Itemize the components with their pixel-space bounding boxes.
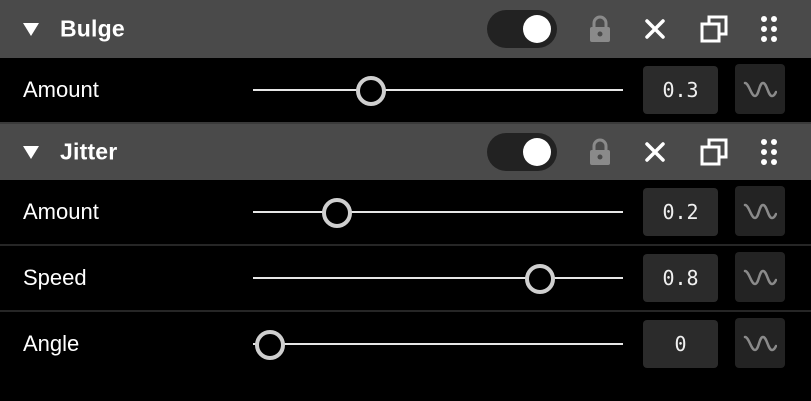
- duplicate-icon[interactable]: [699, 14, 729, 44]
- duplicate-icon[interactable]: [699, 137, 729, 167]
- param-label: Angle: [23, 331, 80, 356]
- value-field[interactable]: 0.2: [643, 188, 718, 236]
- slider-track: [253, 89, 623, 91]
- modulate-button[interactable]: [735, 252, 785, 302]
- slider-track: [253, 277, 623, 279]
- slider-track: [253, 211, 623, 213]
- slider-thumb[interactable]: [524, 264, 555, 294]
- toggle-knob: [523, 15, 551, 43]
- amount-slider[interactable]: [253, 180, 623, 244]
- modulate-button[interactable]: [735, 186, 785, 236]
- lock-icon[interactable]: [585, 14, 615, 44]
- enable-toggle[interactable]: [487, 10, 557, 48]
- amount-slider[interactable]: [253, 58, 623, 122]
- param-row-jitter-amount: Amount 0.2: [0, 180, 811, 246]
- wave-icon: [743, 269, 777, 286]
- value-field[interactable]: 0: [643, 320, 718, 368]
- param-row-bulge-amount: Amount 0.3: [0, 58, 811, 122]
- drag-grip-icon[interactable]: [754, 137, 784, 167]
- toggle-knob: [523, 138, 551, 166]
- modulate-button[interactable]: [735, 318, 785, 368]
- param-row-jitter-angle: Angle 0: [0, 312, 811, 376]
- slider-thumb[interactable]: [255, 330, 285, 360]
- angle-slider[interactable]: [253, 312, 623, 376]
- enable-toggle[interactable]: [487, 133, 557, 171]
- lock-icon[interactable]: [585, 137, 615, 167]
- param-row-jitter-speed: Speed 0.8: [0, 246, 811, 312]
- collapse-toggle-icon[interactable]: [22, 144, 40, 160]
- slider-thumb[interactable]: [356, 76, 387, 106]
- close-icon[interactable]: [640, 137, 670, 167]
- param-label: Amount: [23, 77, 99, 102]
- wave-icon: [743, 81, 777, 98]
- effect-header-bulge: Bulge: [0, 0, 811, 58]
- param-label: Amount: [23, 199, 99, 224]
- slider-track: [253, 343, 623, 345]
- drag-grip-icon[interactable]: [754, 14, 784, 44]
- speed-slider[interactable]: [253, 246, 623, 310]
- close-icon[interactable]: [640, 14, 670, 44]
- effect-title: Bulge: [60, 15, 125, 42]
- param-label: Speed: [23, 265, 87, 290]
- effect-title: Jitter: [60, 138, 118, 165]
- collapse-toggle-icon[interactable]: [22, 21, 40, 37]
- wave-icon: [743, 335, 777, 352]
- modulate-button[interactable]: [735, 64, 785, 114]
- wave-icon: [743, 203, 777, 220]
- value-field[interactable]: 0.3: [643, 66, 718, 114]
- effect-header-jitter: Jitter: [0, 122, 811, 180]
- value-field[interactable]: 0.8: [643, 254, 718, 302]
- slider-thumb[interactable]: [322, 198, 353, 228]
